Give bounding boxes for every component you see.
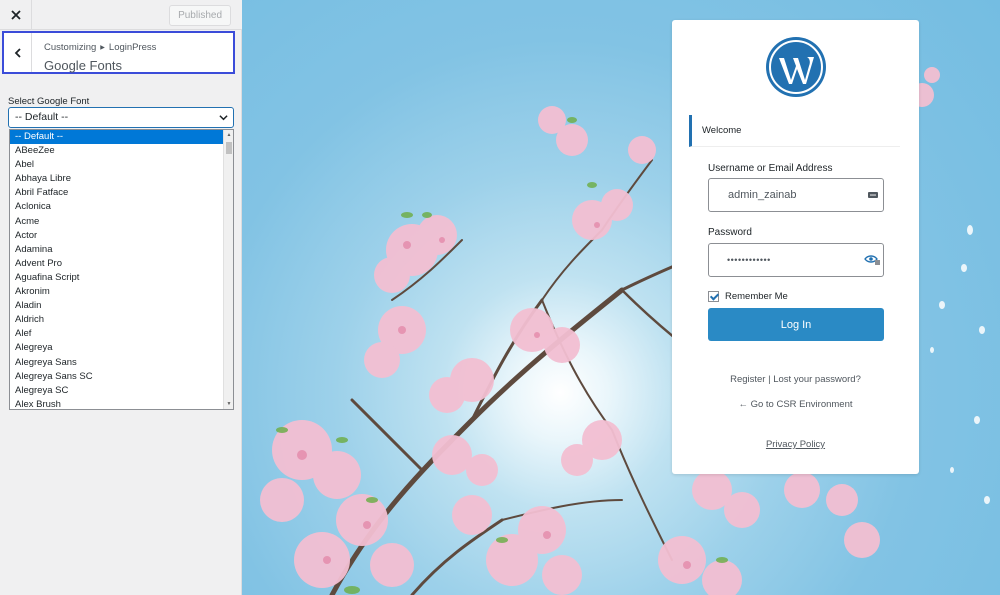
password-field[interactable]: •••••••••••• [708, 243, 884, 277]
font-option[interactable]: Alegreya Sans SC [10, 370, 223, 384]
font-option[interactable]: Abhaya Libre [10, 172, 223, 186]
scroll-down-icon[interactable]: ▼ [224, 399, 233, 409]
register-link[interactable]: Register [730, 374, 765, 385]
password-value: •••••••••••• [727, 255, 771, 265]
username-label: Username or Email Address [708, 163, 833, 174]
links-separator: | [768, 374, 771, 385]
privacy-policy-link[interactable]: Privacy Policy [766, 439, 825, 450]
font-option[interactable]: Akronim [10, 285, 223, 299]
breadcrumb: Customizing ▶ LoginPress [44, 42, 156, 53]
font-option[interactable]: Aldrich [10, 313, 223, 327]
font-option[interactable]: Alex Brush [10, 398, 223, 409]
close-icon [10, 10, 21, 20]
font-option[interactable]: Abril Fatface [10, 186, 223, 200]
back-to-site-link[interactable]: ← Go to CSR Environment [738, 399, 852, 410]
published-button[interactable]: Published [169, 5, 231, 26]
font-option[interactable]: Alef [10, 327, 223, 341]
font-options: -- Default -- ABeeZee Abel Abhaya Libre Abri… [10, 130, 223, 409]
breadcrumb-customizing: Customizing [44, 42, 97, 53]
breadcrumb-loginpress: LoginPress [108, 42, 157, 53]
wordpress-logo-icon[interactable] [765, 36, 827, 98]
font-option[interactable]: Abel [10, 158, 223, 172]
privacy-container: Privacy Policy [672, 439, 919, 450]
password-label: Password [708, 227, 752, 238]
customizer-sidebar: Published Customizing ▶ LoginPress Google … [0, 0, 242, 595]
remember-me[interactable]: Remember Me [708, 291, 788, 302]
breadcrumb-arrow-icon: ▶ [100, 45, 105, 51]
show-password-eye-icon[interactable] [864, 254, 880, 266]
google-font-select[interactable]: -- Default -- [8, 107, 234, 128]
register-links: Register | Lost your password? [672, 374, 919, 385]
font-select-label: Select Google Font [8, 96, 90, 107]
font-option[interactable]: ABeeZee [10, 144, 223, 158]
dropdown-scrollbar[interactable]: ▲ ▼ [223, 130, 233, 409]
font-option[interactable]: -- Default -- [10, 130, 223, 145]
font-option[interactable]: Alegreya [10, 341, 223, 355]
font-option[interactable]: Advent Pro [10, 257, 223, 271]
font-option[interactable]: Aclonica [10, 200, 223, 214]
font-dropdown-list[interactable]: -- Default -- ABeeZee Abel Abhaya Libre Abri… [9, 129, 234, 410]
chevron-left-icon [14, 47, 21, 58]
back-to-site-container: ← Go to CSR Environment [672, 399, 919, 410]
close-customizer-button[interactable] [0, 0, 32, 30]
section-title: Google Fonts [44, 58, 123, 73]
customizer-header: Published [0, 0, 242, 30]
font-option[interactable]: Actor [10, 229, 223, 243]
font-option[interactable]: Alegreya SC [10, 384, 223, 398]
scroll-thumb[interactable] [226, 142, 232, 154]
remember-me-checkbox[interactable] [708, 291, 719, 302]
login-form-card: Welcome Username or Email Address admin_… [672, 20, 919, 474]
font-option[interactable]: Aladin [10, 299, 223, 313]
selected-font-value: -- Default -- [15, 111, 69, 123]
font-option[interactable]: Aguafina Script [10, 271, 223, 285]
font-option[interactable]: Alegreya Sans [10, 356, 223, 370]
scroll-up-icon[interactable]: ▲ [224, 130, 233, 140]
welcome-message: Welcome [689, 115, 900, 147]
password-manager-icon[interactable] [868, 190, 878, 200]
font-option[interactable]: Adamina [10, 243, 223, 257]
back-button[interactable] [4, 33, 32, 72]
section-header: Customizing ▶ LoginPress Google Fonts [2, 31, 235, 74]
remember-me-label: Remember Me [725, 291, 788, 302]
username-field[interactable]: admin_zainab [708, 178, 884, 212]
chevron-down-icon [219, 115, 228, 121]
font-option[interactable]: Acme [10, 215, 223, 229]
username-value: admin_zainab [728, 189, 797, 201]
lost-password-link[interactable]: Lost your password? [773, 374, 861, 385]
log-in-button[interactable]: Log In [708, 308, 884, 341]
